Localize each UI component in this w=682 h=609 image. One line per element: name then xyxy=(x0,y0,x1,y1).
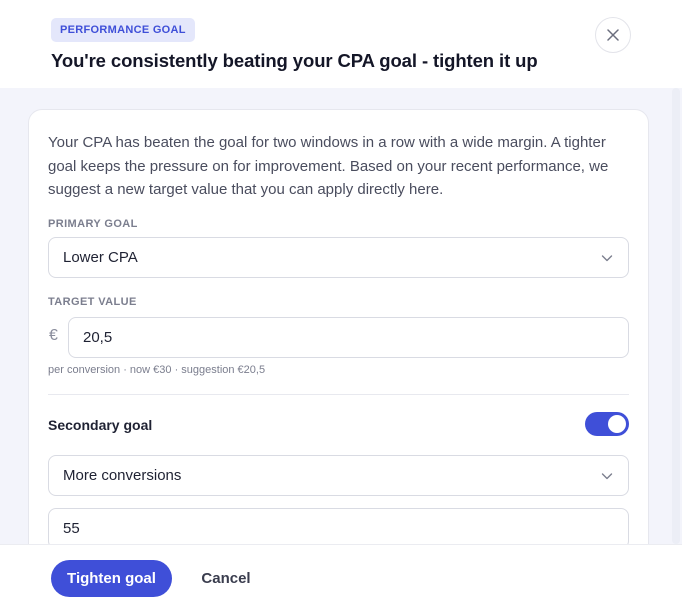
goal-dialog: PERFORMANCE GOAL You're consistently bea… xyxy=(0,0,682,609)
target-value-label: TARGET VALUE xyxy=(48,296,137,308)
chevron-down-icon xyxy=(601,255,613,262)
dialog-header: PERFORMANCE GOAL You're consistently bea… xyxy=(0,0,682,88)
dialog-footer: Tighten goal Cancel xyxy=(0,544,682,609)
secondary-goal-toggle[interactable] xyxy=(585,412,629,436)
description-text: Your CPA has beaten the goal for two win… xyxy=(48,134,609,198)
primary-goal-select[interactable]: Lower CPA xyxy=(48,237,629,278)
goal-card: Your CPA has beaten the goal for two win… xyxy=(28,109,649,544)
close-button[interactable] xyxy=(595,17,631,53)
dialog-title: You're consistently beating your CPA goa… xyxy=(51,50,538,71)
cancel-button[interactable]: Cancel xyxy=(188,560,264,597)
toggle-knob xyxy=(608,415,626,433)
close-icon xyxy=(607,29,619,41)
primary-goal-value: Lower CPA xyxy=(63,249,138,266)
currency-symbol: € xyxy=(49,327,58,344)
target-value-input[interactable] xyxy=(68,317,629,358)
section-divider xyxy=(48,394,629,395)
dialog-body[interactable]: Your CPA has beaten the goal for two win… xyxy=(0,88,682,544)
primary-goal-label: PRIMARY GOAL xyxy=(48,218,138,230)
category-badge: PERFORMANCE GOAL xyxy=(51,18,195,42)
chevron-down-icon xyxy=(601,473,613,480)
secondary-goal-input[interactable] xyxy=(48,508,629,544)
secondary-goal-value: More conversions xyxy=(63,467,182,484)
tighten-goal-button[interactable]: Tighten goal xyxy=(51,560,172,597)
target-value-hint: per conversion · now €30 · suggestion €2… xyxy=(48,364,266,376)
body-scrollbar[interactable] xyxy=(672,88,680,544)
secondary-goal-label: Secondary goal xyxy=(48,417,153,433)
secondary-goal-select[interactable]: More conversions xyxy=(48,455,629,496)
